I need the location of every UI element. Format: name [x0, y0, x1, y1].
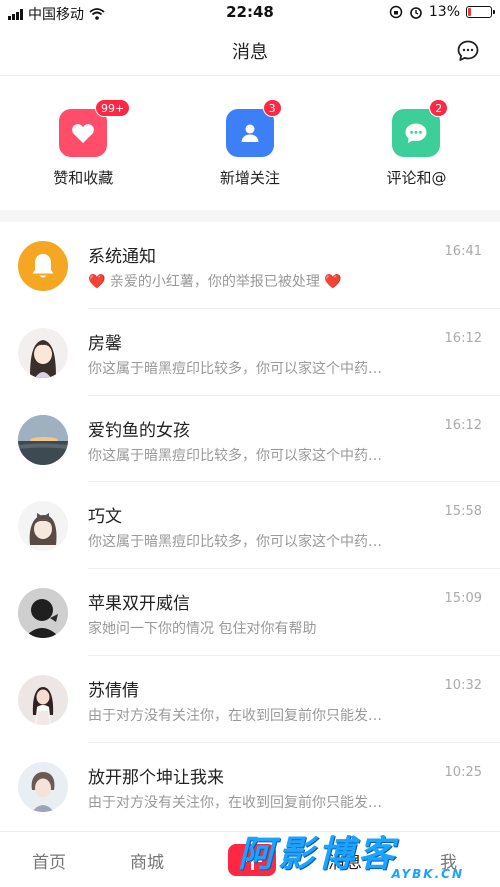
user-avatar: [18, 327, 68, 378]
message-row[interactable]: 苹果双开威信 家她问一下你的情况 包住对你有帮助 15:09: [0, 569, 500, 656]
message-time: 15:09: [444, 591, 482, 607]
message-preview: 家她问一下你的情况 包住对你有帮助: [88, 621, 317, 638]
message-list: 系统通知 ❤️ 亲爱的小红薯，你的举报已被处理 ❤️ 16:41 房馨 你这属于…: [0, 222, 500, 830]
heart-icon: [72, 124, 95, 143]
user-avatar: [18, 761, 68, 812]
message-preview: 你这属于暗黑痘印比较多，你可以家这个中药…: [88, 360, 382, 377]
quick-action-label: 新增关注: [219, 169, 280, 187]
battery-icon: [466, 6, 495, 18]
user-avatar: [18, 588, 68, 639]
message-preview: ❤️ 亲爱的小红薯，你的举报已被处理 ❤️: [88, 274, 342, 290]
message-time: 16:12: [444, 330, 482, 346]
message-preview: 你这属于暗黑痘印比较多，你可以家这个中药…: [88, 534, 382, 551]
count-badge: 99+: [95, 99, 131, 117]
message-preview: 由于对方没有关注你，在收到回复前你只能发…: [88, 707, 382, 724]
sender-name: 系统通知: [88, 247, 156, 267]
sender-name: 苹果双开威信: [88, 594, 190, 615]
rotation-lock-icon: [389, 5, 403, 19]
message-time: 10:25: [444, 764, 482, 780]
battery-percent: 13%: [428, 4, 460, 20]
likes-and-favorites-button[interactable]: 99+ 赞和收藏: [0, 77, 167, 210]
message-row-system[interactable]: 系统通知 ❤️ 亲爱的小红薯，你的举报已被处理 ❤️ 16:41: [0, 222, 500, 309]
message-row[interactable]: 巧文 你这属于暗黑痘印比较多，你可以家这个中药… 15:58: [0, 482, 500, 570]
status-right: 13%: [389, 4, 495, 20]
user-avatar: [18, 674, 68, 725]
page-title: 消息: [232, 42, 268, 63]
sender-name: 巧文: [88, 507, 122, 528]
message-preview: 你这属于暗黑痘印比较多，你可以家这个中药…: [88, 447, 382, 464]
alarm-icon: [410, 7, 422, 19]
comment-icon: [405, 123, 427, 143]
message-time: 10:32: [444, 677, 482, 693]
chat-bubble-icon[interactable]: [456, 39, 480, 63]
count-badge: 3: [262, 99, 282, 117]
message-row[interactable]: 苏倩倩 由于对方没有关注你，在收到回复前你只能发… 10:32: [0, 656, 500, 743]
count-badge: 2: [429, 99, 449, 117]
watermark-logo: 阿影博客 AYBK.CN: [238, 827, 488, 881]
quick-action-label: 评论和@: [386, 169, 447, 187]
header: 消息: [0, 26, 500, 76]
sender-name: 房馨: [88, 333, 122, 354]
message-time: 16:41: [444, 244, 482, 259]
tab-mall[interactable]: 商城: [130, 848, 164, 873]
message-row[interactable]: 房馨 你这属于暗黑痘印比较多，你可以家这个中药… 16:12: [0, 309, 500, 396]
message-row[interactable]: 放开那个坤让我来 由于对方没有关注你，在收到回复前你只能发… 10:25: [0, 743, 500, 830]
quick-tile: [225, 109, 274, 157]
new-followers-button[interactable]: 3 新增关注: [167, 77, 334, 210]
user-avatar: [18, 501, 68, 552]
sender-name: 放开那个坤让我来: [88, 767, 224, 788]
message-preview: 由于对方没有关注你，在收到回复前你只能发…: [88, 794, 382, 811]
watermark-title: 阿影博客: [238, 834, 399, 875]
tab-home[interactable]: 首页: [32, 848, 66, 873]
user-avatar: [18, 414, 68, 465]
bell-icon: [18, 241, 68, 291]
message-time: 16:12: [444, 417, 482, 433]
sender-name: 苏倩倩: [88, 680, 139, 701]
message-row[interactable]: 爱钓鱼的女孩 你这属于暗黑痘印比较多，你可以家这个中药… 16:12: [0, 396, 500, 483]
quick-action-label: 赞和收藏: [53, 169, 114, 187]
sender-name: 爱钓鱼的女孩: [88, 420, 190, 441]
quick-actions: 99+ 赞和收藏 3 新增关注 2 评论和@: [0, 77, 500, 210]
status-bar: 中国移动 22:48 13%: [0, 0, 500, 26]
comments-and-mentions-button[interactable]: 2 评论和@: [333, 77, 500, 210]
message-time: 15:58: [444, 504, 482, 520]
watermark-domain: AYBK.CN: [391, 867, 464, 881]
section-divider: [0, 210, 500, 222]
person-icon: [241, 124, 259, 142]
